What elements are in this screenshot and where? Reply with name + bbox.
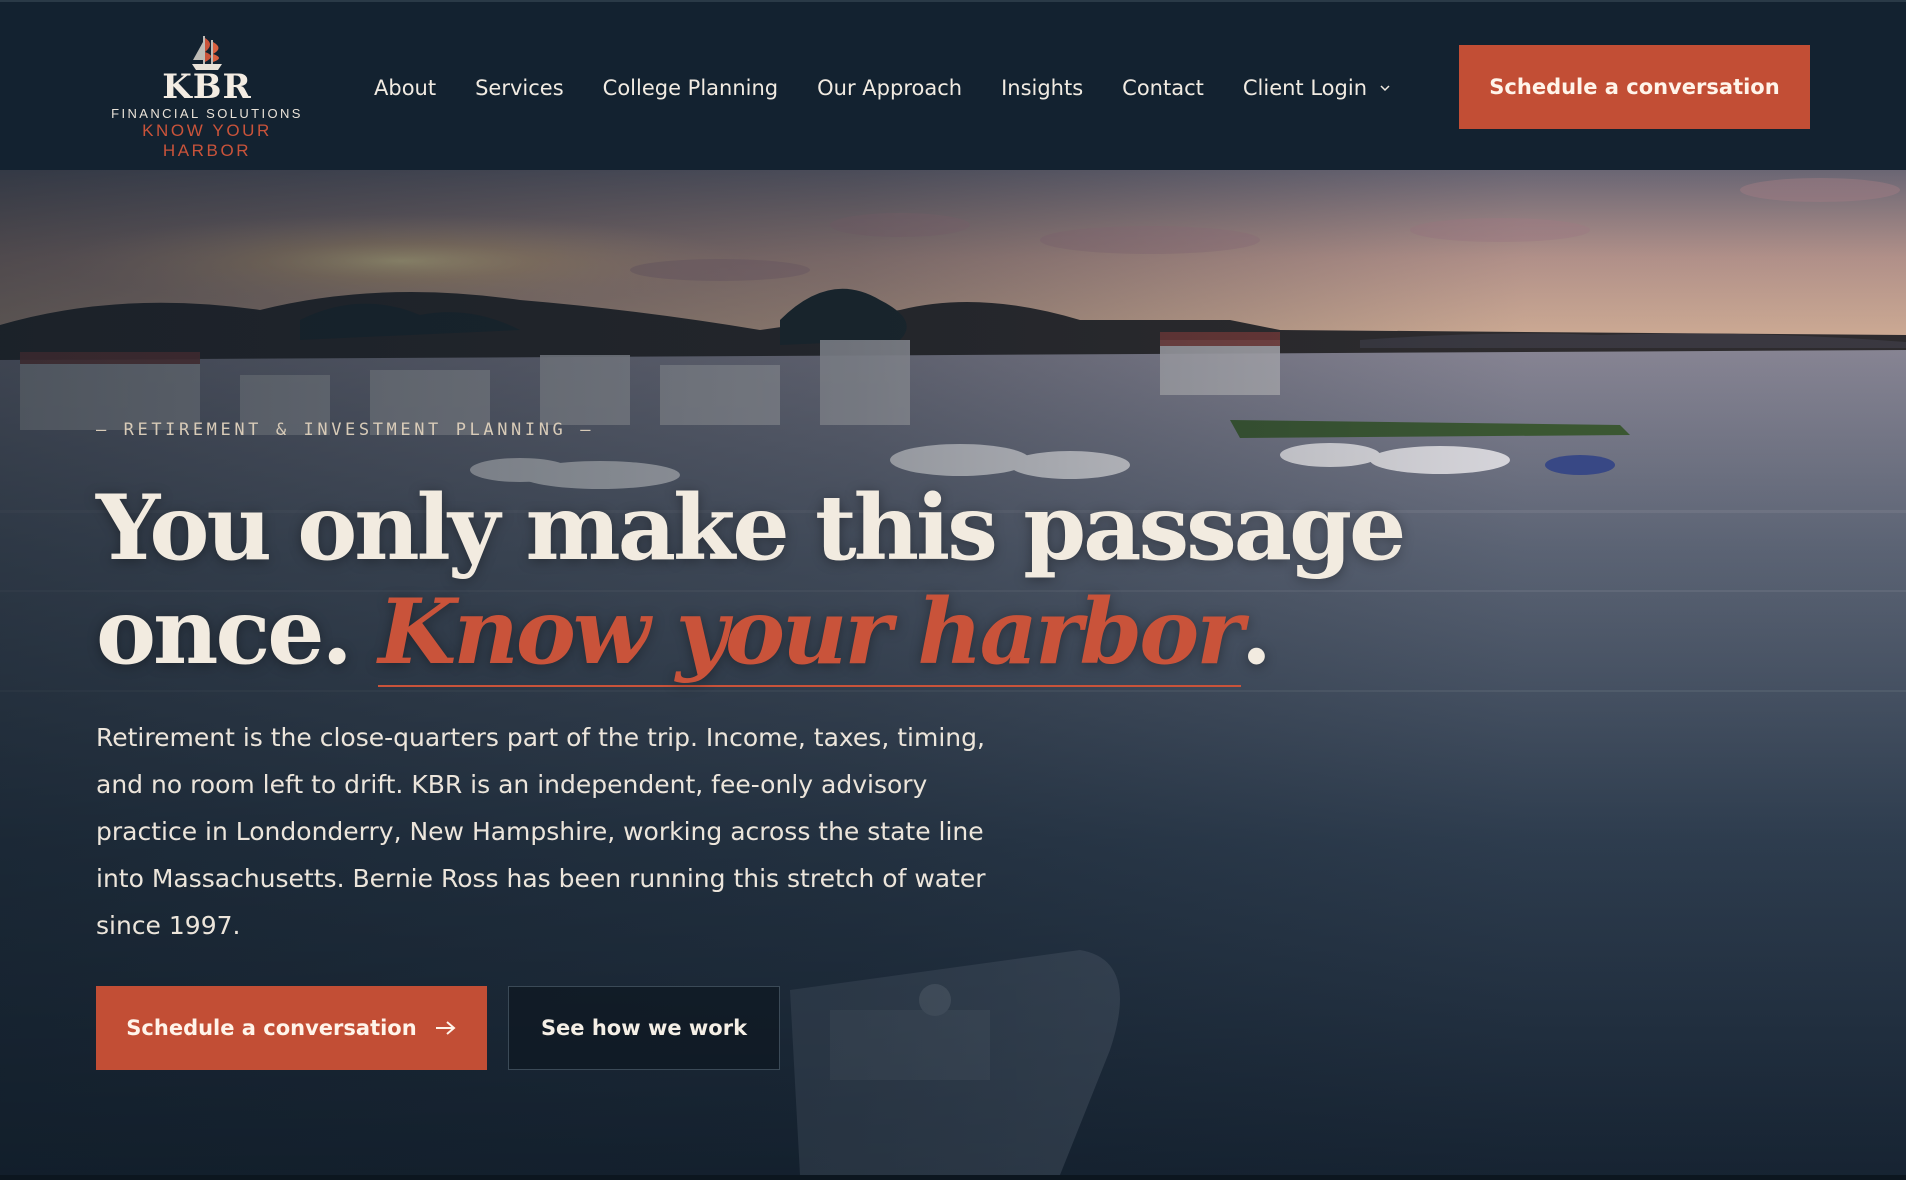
brand-tagline: KNOW YOUR HARBOR (142, 121, 272, 160)
nav-item-label: About (374, 76, 437, 100)
hero-bottom-border (0, 1175, 1906, 1180)
chevron-down-icon (1380, 85, 1390, 92)
brand-logo[interactable]: KBR FINANCIAL SOLUTIONS KNOW YOUR HARBOR (100, 30, 314, 160)
nav-item-label: College Planning (602, 76, 779, 100)
nav-item-label: Insights (1001, 76, 1084, 100)
hero-body: Retirement is the close-quarters part of… (96, 723, 986, 940)
nav-item-insights[interactable]: Insights (1001, 76, 1083, 100)
nav-item-college-planning[interactable]: College Planning (603, 76, 779, 100)
nav-item-label: Contact (1122, 76, 1204, 100)
headline-line-2-prefix: once. (96, 579, 379, 685)
nav-item-client-login[interactable]: Client Login (1243, 76, 1391, 100)
headline-accent: Know your harbor (378, 579, 1244, 687)
nav-item-our-approach[interactable]: Our Approach (817, 76, 962, 100)
brand-wordmark: KBR (162, 67, 252, 107)
nav-item-label: Our Approach (817, 76, 963, 100)
nav-item-contact[interactable]: Contact (1122, 76, 1204, 100)
headline-suffix: . (1240, 579, 1272, 685)
hero-eyebrow: — RETIREMENT & INVESTMENT PLANNING — (96, 420, 595, 440)
schedule-conversation-hero-button[interactable]: Schedule a conversation (96, 986, 487, 1070)
nav-item-services[interactable]: Services (475, 76, 564, 100)
nav-item-label: Client Login (1242, 76, 1367, 100)
button-label: Schedule a conversation (126, 1016, 417, 1040)
see-how-we-work-button[interactable]: See how we work (508, 986, 780, 1070)
nav-item-label: Services (475, 76, 564, 100)
brand-subtitle: FINANCIAL SOLUTIONS (111, 106, 303, 121)
site-header: KBR FINANCIAL SOLUTIONS KNOW YOUR HARBOR… (0, 0, 1906, 170)
hero-headline: You only make this passage once. Know yo… (96, 476, 1406, 687)
nav-item-about[interactable]: About (374, 76, 436, 100)
hero-section: — RETIREMENT & INVESTMENT PLANNING — You… (0, 170, 1906, 1175)
schedule-conversation-button[interactable]: Schedule a conversation (1459, 45, 1810, 129)
main-nav: About Services College Planning Our Appr… (374, 72, 1430, 104)
headline-line-1: You only make this passage (96, 475, 1406, 581)
arrow-right-icon (435, 1021, 456, 1035)
